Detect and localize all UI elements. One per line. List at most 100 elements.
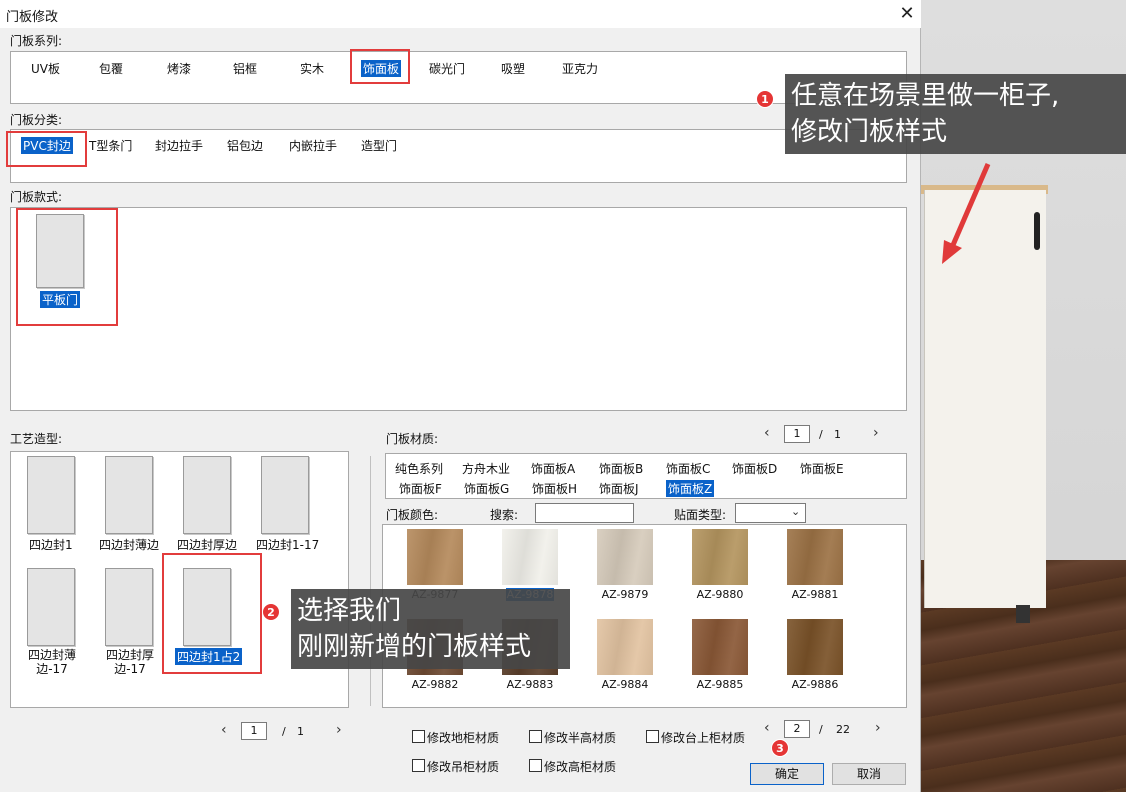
highlight-style: [16, 208, 118, 326]
swatch-label[interactable]: AZ-9885: [680, 678, 760, 691]
craft-label-6[interactable]: 四边封厚边-17: [98, 648, 162, 676]
craft-label-5[interactable]: 四边封薄边-17: [20, 648, 84, 676]
swatch-label[interactable]: AZ-9879: [585, 588, 665, 601]
swatch-az-9877[interactable]: [407, 529, 463, 585]
swatch-az-9884[interactable]: [597, 619, 653, 675]
series-tab-blister[interactable]: 吸塑: [501, 60, 525, 77]
series-tab-acrylic[interactable]: 亚克力: [562, 60, 598, 77]
cabinet-handle: [1034, 212, 1040, 250]
door-panel-dialog: 门板修改 ✕ 门板系列: UV板 包覆 烤漆 铝框 实木 饰面板 碳光门 吸塑 …: [0, 0, 921, 792]
series-label: 门板系列:: [10, 34, 63, 48]
swatch-page-total: 22: [836, 723, 850, 736]
title-bar: 门板修改 ✕: [0, 0, 921, 28]
callout-2-line2: 刚刚新增的门板样式: [297, 632, 532, 662]
material-tab-solid[interactable]: 纯色系列: [395, 460, 443, 477]
material-page-input[interactable]: 1: [784, 425, 810, 443]
swatch-az-9885[interactable]: [692, 619, 748, 675]
ok-button[interactable]: 确定: [750, 763, 824, 785]
series-tab-wrap[interactable]: 包覆: [99, 60, 123, 77]
swatch-az-9886[interactable]: [787, 619, 843, 675]
style-label: 门板款式:: [10, 190, 63, 204]
craft-thumb-3[interactable]: [183, 456, 231, 534]
category-tab-tstrip[interactable]: T型条门: [89, 137, 132, 154]
callout-2: 选择我们 刚刚新增的门板样式: [291, 589, 570, 669]
material-prev-icon[interactable]: ‹: [764, 425, 770, 441]
swatch-label[interactable]: AZ-9883: [490, 678, 570, 691]
category-tab-alu-edge[interactable]: 铝包边: [227, 137, 263, 154]
material-tab-f[interactable]: 饰面板F: [399, 480, 442, 497]
craft-label-4[interactable]: 四边封1-17: [256, 536, 319, 553]
callout-1-line2: 修改门板样式: [791, 117, 948, 147]
swatch-az-9880[interactable]: [692, 529, 748, 585]
craft-prev-icon[interactable]: ‹: [221, 722, 227, 738]
option-counter-checkbox[interactable]: [646, 730, 659, 743]
craft-label-1[interactable]: 四边封1: [29, 536, 73, 553]
craft-page-input[interactable]: 1: [241, 722, 267, 740]
color-label: 门板颜色:: [386, 508, 439, 522]
craft-thumb-6[interactable]: [105, 568, 153, 646]
swatch-label[interactable]: AZ-9880: [680, 588, 760, 601]
craft-next-icon[interactable]: ›: [336, 722, 342, 738]
highlight-craft: [162, 553, 262, 674]
close-icon[interactable]: ✕: [894, 2, 920, 26]
craft-thumb-5[interactable]: [27, 568, 75, 646]
series-tab-aluminum[interactable]: 铝框: [233, 60, 257, 77]
type-label: 贴面类型:: [674, 508, 727, 522]
material-tab-fangzhou[interactable]: 方舟木业: [462, 460, 510, 477]
swatch-next-icon[interactable]: ›: [875, 720, 881, 736]
series-tab-paint[interactable]: 烤漆: [167, 60, 191, 77]
option-base-label[interactable]: 修改地柜材质: [427, 729, 499, 746]
callout-1: 任意在场景里做一柜子, 修改门板样式: [785, 74, 1126, 154]
swatch-az-9881[interactable]: [787, 529, 843, 585]
cancel-button[interactable]: 取消: [832, 763, 906, 785]
swatch-label[interactable]: AZ-9882: [395, 678, 475, 691]
callout-2-line1: 选择我们: [297, 596, 402, 626]
swatch-prev-icon[interactable]: ‹: [764, 720, 770, 736]
option-half-label[interactable]: 修改半高材质: [544, 729, 616, 746]
material-tab-d[interactable]: 饰面板D: [732, 460, 777, 477]
craft-label-3[interactable]: 四边封厚边: [177, 536, 237, 553]
craft-thumb-2[interactable]: [105, 456, 153, 534]
option-base-checkbox[interactable]: [412, 730, 425, 743]
material-tab-h[interactable]: 饰面板H: [532, 480, 577, 497]
swatch-label[interactable]: AZ-9884: [585, 678, 665, 691]
option-half-checkbox[interactable]: [529, 730, 542, 743]
craft-label-2[interactable]: 四边封薄边: [99, 536, 159, 553]
option-wall-label[interactable]: 修改吊柜材质: [427, 758, 499, 775]
swatch-az-9879[interactable]: [597, 529, 653, 585]
series-tab-uv[interactable]: UV板: [31, 60, 60, 77]
category-tab-inset-handle[interactable]: 内嵌拉手: [289, 137, 337, 154]
material-tab-e[interactable]: 饰面板E: [800, 460, 844, 477]
craft-label: 工艺造型:: [10, 432, 63, 446]
option-wall-checkbox[interactable]: [412, 759, 425, 772]
material-tab-b[interactable]: 饰面板B: [599, 460, 643, 477]
material-tab-c[interactable]: 饰面板C: [666, 460, 710, 477]
option-tall-label[interactable]: 修改高柜材质: [544, 758, 616, 775]
swatch-page-input[interactable]: 2: [784, 720, 810, 738]
category-tab-edge-handle[interactable]: 封边拉手: [155, 137, 203, 154]
category-panel: PVC封边 T型条门 封边拉手 铝包边 内嵌拉手 造型门: [10, 129, 907, 183]
material-tab-a[interactable]: 饰面板A: [531, 460, 575, 477]
type-select[interactable]: ⌄: [735, 503, 806, 523]
highlight-category: [6, 131, 87, 167]
craft-thumb-1[interactable]: [27, 456, 75, 534]
material-tab-z[interactable]: 饰面板Z: [666, 480, 715, 497]
category-label: 门板分类:: [10, 113, 63, 127]
swatch-az-9878[interactable]: [502, 529, 558, 585]
craft-thumb-4[interactable]: [261, 456, 309, 534]
category-tab-shaped[interactable]: 造型门: [361, 137, 397, 154]
callout-2-badge: 2: [262, 603, 280, 621]
series-tab-carbon[interactable]: 碳光门: [429, 60, 465, 77]
search-label: 搜索:: [490, 508, 519, 522]
swatch-label[interactable]: AZ-9881: [775, 588, 855, 601]
search-input[interactable]: [535, 503, 634, 523]
material-tab-j[interactable]: 饰面板J: [599, 480, 639, 497]
style-panel: 平板门: [10, 207, 907, 411]
material-next-icon[interactable]: ›: [873, 425, 879, 441]
material-tab-g[interactable]: 饰面板G: [464, 480, 509, 497]
chevron-down-icon: ⌄: [791, 505, 801, 518]
series-tab-solidwood[interactable]: 实木: [300, 60, 324, 77]
swatch-label[interactable]: AZ-9886: [775, 678, 855, 691]
option-tall-checkbox[interactable]: [529, 759, 542, 772]
option-counter-label[interactable]: 修改台上柜材质: [661, 729, 745, 746]
